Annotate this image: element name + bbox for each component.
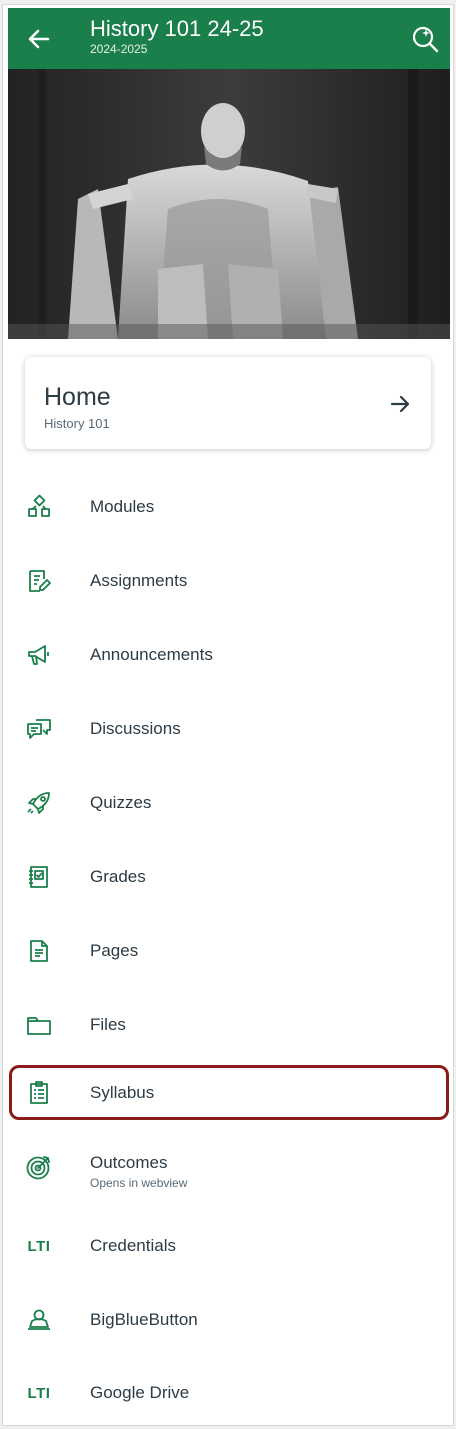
menu-item-label: Announcements [90, 645, 213, 664]
syllabus-icon [25, 1079, 53, 1107]
assignments-icon [25, 567, 53, 595]
home-card-subtitle: History 101 [44, 416, 110, 431]
lti-icon-text: LTI [27, 1237, 51, 1255]
menu-item-label: Grades [90, 867, 146, 886]
search-button[interactable] [410, 24, 440, 54]
arrow-right-icon [389, 393, 411, 415]
arrow-left-icon [28, 29, 50, 49]
menu-item-credentials[interactable]: LTI Credentials [3, 1210, 453, 1283]
discussions-icon [25, 715, 53, 743]
menu-item-grades[interactable]: Grades [3, 841, 453, 914]
statue-image [8, 69, 450, 339]
lti-icon-text: LTI [27, 1384, 51, 1402]
menu-item-label: Discussions [90, 719, 181, 738]
menu-item-google-drive[interactable]: LTI Google Drive [3, 1357, 453, 1425]
rocket-icon [25, 789, 53, 817]
menu-item-outcomes[interactable]: Outcomes Opens in webview [3, 1137, 453, 1210]
menu-item-label: Quizzes [90, 793, 152, 812]
back-button[interactable] [26, 26, 52, 52]
menu-item-announcements[interactable]: Announcements [3, 619, 453, 692]
menu-item-discussions[interactable]: Discussions [3, 693, 453, 766]
lti-icon: LTI [25, 1232, 53, 1260]
menu-item-label: Credentials [90, 1236, 176, 1255]
menu-item-assignments[interactable]: Assignments [3, 545, 453, 618]
menu-item-label: Pages [90, 941, 139, 960]
folder-icon [25, 1011, 53, 1039]
menu-item-syllabus[interactable]: Syllabus [3, 1063, 453, 1121]
document-icon [25, 937, 53, 965]
gradebook-icon [25, 863, 53, 891]
target-icon [25, 1153, 53, 1181]
course-title: History 101 24-25 [90, 16, 264, 41]
lti-icon: LTI [25, 1379, 53, 1407]
course-image [8, 69, 450, 339]
menu-item-label: BigBlueButton [90, 1310, 198, 1329]
menu-item-label: Files [90, 1015, 126, 1034]
menu-item-bigbluebutton[interactable]: BigBlueButton [3, 1284, 453, 1357]
menu-item-label: Assignments [90, 571, 188, 590]
megaphone-icon [25, 641, 53, 669]
menu-item-label: Syllabus [90, 1083, 155, 1102]
top-app-bar: History 101 24-25 2024-2025 [8, 8, 450, 69]
menu-item-label: Outcomes [90, 1153, 168, 1172]
presenter-icon [25, 1306, 53, 1334]
header-titles: History 101 24-25 2024-2025 [90, 16, 264, 56]
menu-item-files[interactable]: Files [3, 989, 453, 1062]
menu-item-label: Google Drive [90, 1383, 190, 1402]
course-term: 2024-2025 [90, 42, 148, 56]
menu-item-pages[interactable]: Pages [3, 915, 453, 988]
menu-item-label: Modules [90, 497, 155, 516]
home-card-title: Home [44, 383, 111, 411]
menu-item-quizzes[interactable]: Quizzes [3, 767, 453, 840]
menu-item-modules[interactable]: Modules [3, 471, 453, 544]
menu-item-sublabel: Opens in webview [90, 1176, 188, 1190]
app-frame: History 101 24-25 2024-2025 Home History… [2, 4, 454, 1426]
modules-icon [25, 493, 53, 521]
search-sparkle-icon [412, 26, 439, 53]
home-card[interactable]: Home History 101 [25, 357, 431, 449]
